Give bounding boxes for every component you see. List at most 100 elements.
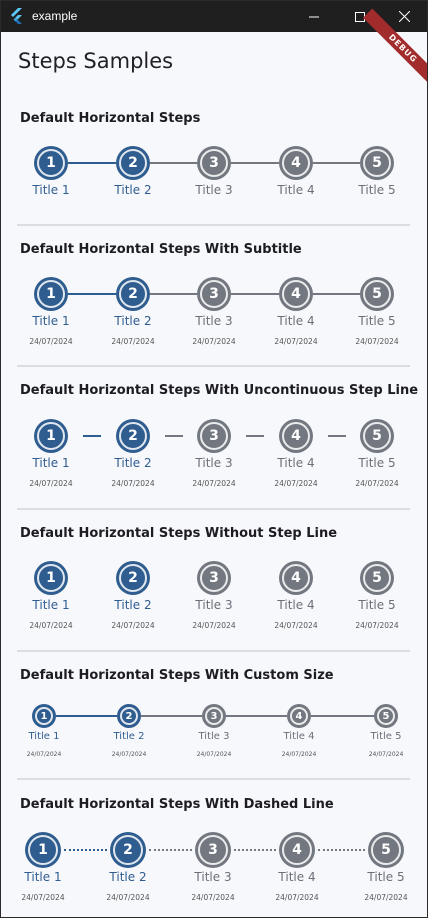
step-title: Title 5 [358,456,396,470]
step-title: Title 2 [113,731,145,742]
step-circle-4[interactable]: 4 [279,277,313,311]
step-circle-3[interactable]: 3 [197,146,231,180]
step-circle-1[interactable]: 1 [34,561,68,595]
step-title: Title 3 [195,314,233,328]
step-subtitle: 24/07/2024 [355,479,399,488]
step-subtitle: 24/07/2024 [111,479,155,488]
step-title: Title 1 [32,183,70,197]
step-circle-3[interactable]: 3 [195,832,231,868]
step-title: Title 5 [358,314,396,328]
step-connector-line [313,293,360,295]
step-number: 1 [37,280,65,308]
step-title: Title 1 [32,598,70,612]
step-connector-line [164,435,183,437]
section-title: Default Horizontal Steps With Dashed Lin… [20,797,334,812]
step-connector-dashed-line [234,849,276,851]
step-connector-line [150,162,197,164]
step-number: 3 [200,149,228,177]
step-number: 4 [282,835,312,865]
section-title: Default Horizontal Steps With Custom Siz… [20,668,334,683]
step-circle-5[interactable]: 5 [368,832,404,868]
step-circle-1[interactable]: 1 [34,419,68,453]
step-number: 2 [119,149,147,177]
step-circle-5[interactable]: 5 [360,561,394,595]
step-circle-4[interactable]: 4 [279,561,313,595]
step-number: 3 [200,422,228,450]
step-title: Title 5 [358,598,396,612]
step-number: 5 [371,835,401,865]
step-number: 1 [37,149,65,177]
step-title: Title 4 [283,731,315,742]
step-connector-line [141,715,202,717]
step-circle-1[interactable]: 1 [25,832,61,868]
step-number: 2 [119,564,147,592]
step-circle-2[interactable]: 2 [110,832,146,868]
step-number: 3 [200,564,228,592]
step-title: Title 2 [109,870,147,884]
step-subtitle: 24/07/2024 [355,337,399,346]
step-number: 4 [282,280,310,308]
step-connector-line [327,435,346,437]
section-divider [17,778,410,780]
step-number: 1 [37,564,65,592]
step-number: 2 [113,835,143,865]
step-title: Title 3 [195,598,233,612]
step-connector-line [68,293,116,295]
step-circle-4[interactable]: 4 [279,419,313,453]
step-title: Title 5 [367,870,405,884]
step-circle-2[interactable]: 2 [116,146,150,180]
step-circle-2[interactable]: 2 [116,419,150,453]
step-title: Title 1 [32,456,70,470]
step-circle-5[interactable]: 5 [360,146,394,180]
step-circle-1[interactable]: 1 [34,146,68,180]
minimize-icon [309,16,319,17]
step-circle-2[interactable]: 2 [117,704,141,728]
minimize-button[interactable] [291,1,337,32]
step-circle-1[interactable]: 1 [34,277,68,311]
content-area: DEBUG Steps Samples Default Horizontal S… [1,8,427,917]
step-circle-5[interactable]: 5 [374,704,398,728]
step-connector-line [311,715,374,717]
app-window: example DEBUG Steps Samples Default Hori… [0,0,428,918]
step-connector-line [226,715,287,717]
step-number: 3 [198,835,228,865]
step-number: 5 [363,564,391,592]
step-title: Title 4 [277,314,315,328]
step-subtitle: 24/07/2024 [368,751,404,758]
step-circle-3[interactable]: 3 [202,704,226,728]
step-connector-line [56,715,117,717]
step-circle-5[interactable]: 5 [360,277,394,311]
step-circle-2[interactable]: 2 [116,561,150,595]
step-subtitle: 24/07/2024 [111,337,155,346]
step-circle-4[interactable]: 4 [287,704,311,728]
step-number: 4 [282,149,310,177]
step-connector-line [150,293,197,295]
section-divider [17,650,410,652]
step-subtitle: 24/07/2024 [192,621,236,630]
step-number: 2 [119,422,147,450]
step-circle-5[interactable]: 5 [360,419,394,453]
step-title: Title 3 [195,456,233,470]
step-circle-4[interactable]: 4 [279,146,313,180]
step-subtitle: 24/07/2024 [192,337,236,346]
section-divider [17,508,410,510]
step-subtitle: 24/07/2024 [191,893,235,902]
step-circle-3[interactable]: 3 [197,277,231,311]
step-connector-dashed-line [318,849,365,851]
step-circle-2[interactable]: 2 [116,277,150,311]
step-subtitle: 24/07/2024 [355,621,399,630]
step-subtitle: 24/07/2024 [29,337,73,346]
step-circle-4[interactable]: 4 [279,832,315,868]
step-subtitle: 24/07/2024 [26,751,62,758]
step-circle-3[interactable]: 3 [197,419,231,453]
step-number: 5 [377,707,395,725]
step-number: 3 [205,707,223,725]
section-divider [17,224,410,226]
step-subtitle: 24/07/2024 [29,621,73,630]
step-number: 4 [282,422,310,450]
step-circle-1[interactable]: 1 [32,704,56,728]
step-circle-3[interactable]: 3 [197,561,231,595]
step-connector-line [246,435,264,437]
step-number: 5 [363,149,391,177]
step-subtitle: 24/07/2024 [21,893,65,902]
